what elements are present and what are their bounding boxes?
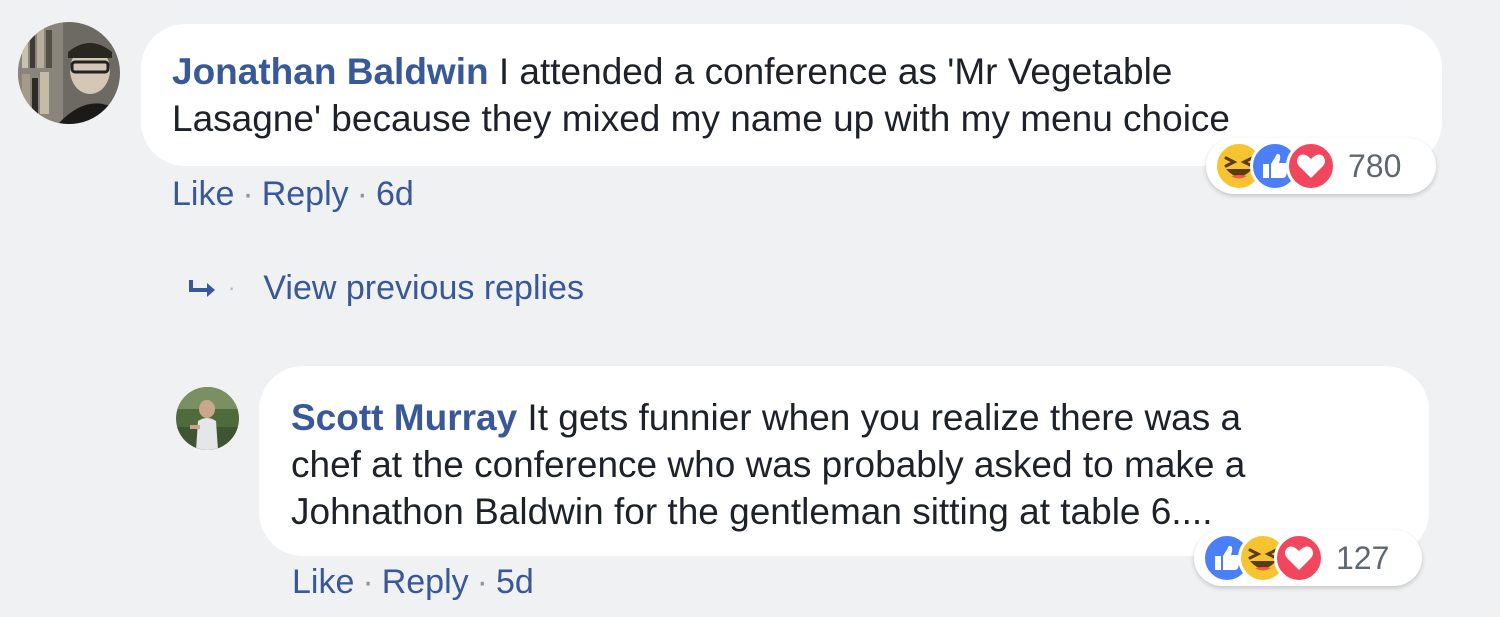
comment-actions: Like · Reply · 6d (172, 173, 414, 215)
like-link[interactable]: Like (292, 563, 354, 602)
reactions-summary[interactable]: 127 (1194, 530, 1422, 586)
like-link[interactable]: Like (172, 175, 234, 214)
reply-link[interactable]: Reply (262, 175, 349, 214)
comment-author[interactable]: Scott Murray (291, 397, 517, 438)
love-icon (1274, 533, 1324, 583)
view-previous-replies[interactable]: · View previous replies (188, 266, 584, 310)
avatar-photo (176, 387, 239, 450)
avatar[interactable] (18, 22, 120, 124)
reactions-summary[interactable]: 780 (1206, 138, 1436, 194)
view-replies-label[interactable]: View previous replies (263, 269, 584, 308)
separator: · (356, 174, 368, 213)
comment-text-line: chef at the conference who was probably … (291, 444, 1246, 485)
love-icon (1286, 141, 1336, 191)
separator: · (228, 275, 236, 300)
comment-author[interactable]: Jonathan Baldwin (172, 51, 489, 92)
avatar-photo (18, 22, 120, 124)
comment-text-line: I attended a conference as 'Mr Vegetable (488, 51, 1173, 92)
comment-bubble: Scott Murray It gets funnier when you re… (259, 366, 1429, 556)
reply-arrow-icon (188, 273, 228, 303)
comment-text-line: Johnathon Baldwin for the gentleman sitt… (291, 491, 1213, 532)
separator: · (362, 562, 374, 601)
separator: · (476, 562, 488, 601)
separator: · (242, 174, 254, 213)
reaction-count: 127 (1336, 539, 1390, 576)
comment-actions: Like · Reply · 5d (292, 561, 534, 603)
reply-link[interactable]: Reply (382, 563, 469, 602)
reaction-count: 780 (1348, 147, 1402, 184)
timestamp[interactable]: 6d (376, 175, 414, 214)
avatar[interactable] (176, 387, 239, 450)
comment-text-line: It gets funnier when you realize there w… (517, 397, 1242, 438)
comment-text-line: Lasagne' because they mixed my name up w… (172, 98, 1231, 139)
timestamp[interactable]: 5d (496, 563, 534, 602)
